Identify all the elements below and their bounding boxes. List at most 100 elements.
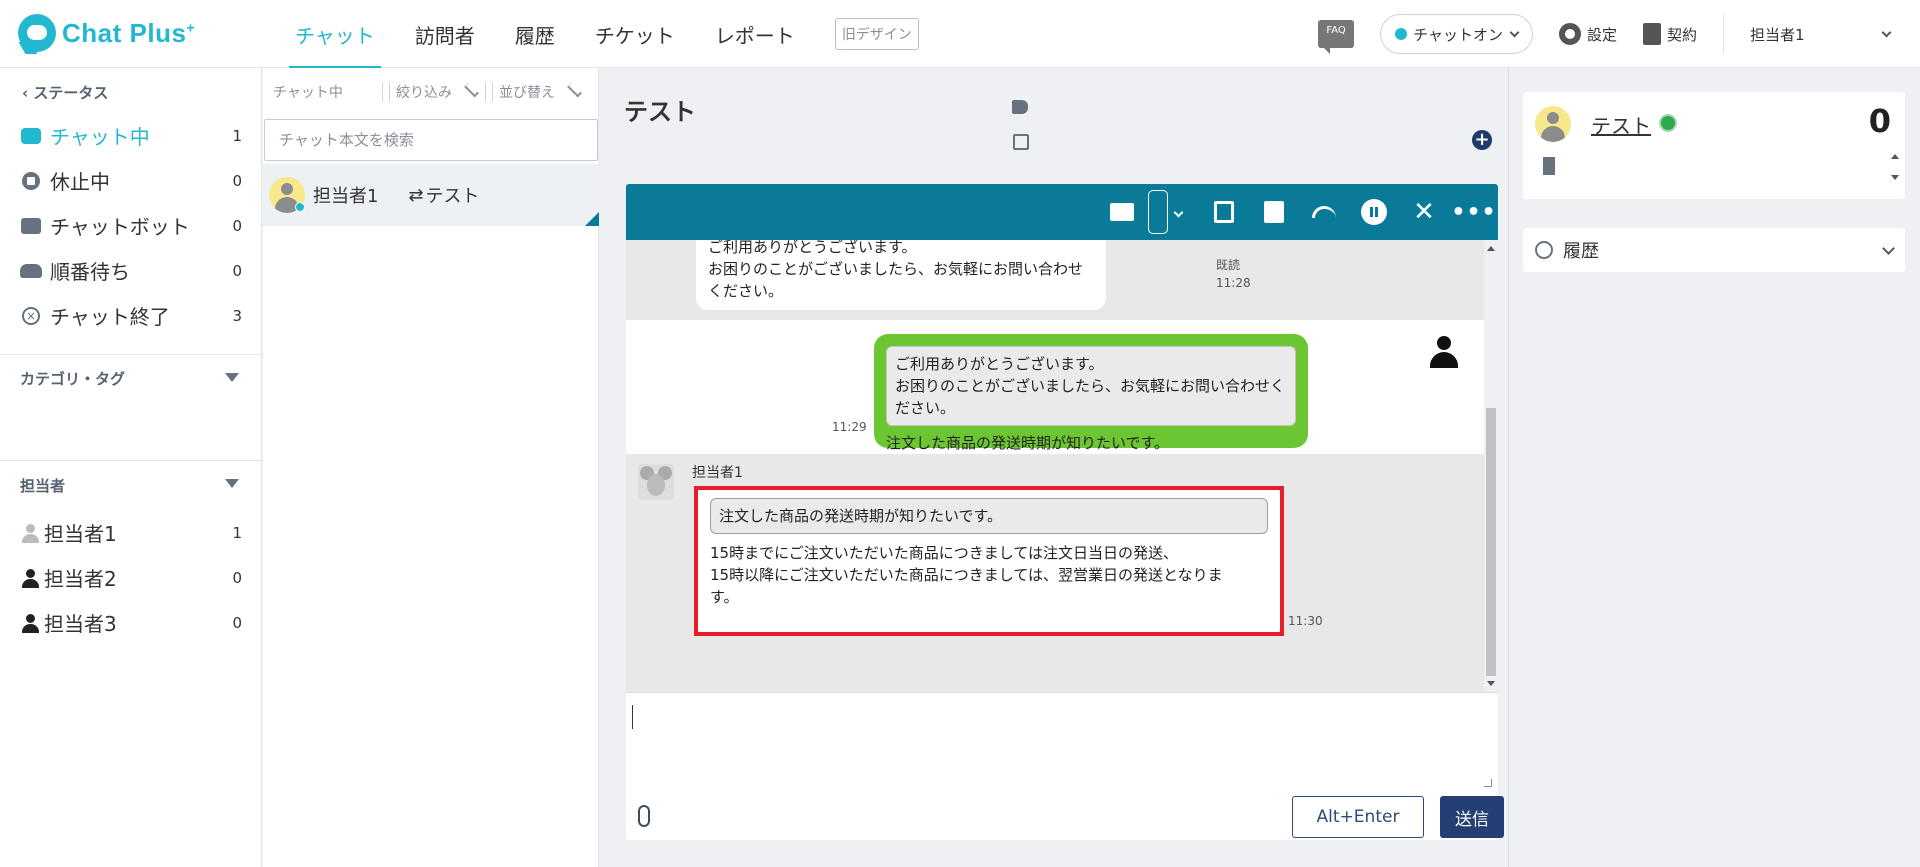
section-divider: [0, 460, 262, 461]
status-count: 0: [232, 171, 242, 190]
person-icon: [20, 567, 40, 589]
quoted-message: ご利用ありがとうございます。 お困りのことがございましたら、お気軽にお問い合わせ…: [886, 346, 1296, 426]
status-item-chatting[interactable]: チャット中 1: [0, 113, 262, 158]
faq-icon[interactable]: FAQ: [1318, 20, 1355, 54]
tag-icon[interactable]: [1012, 100, 1028, 114]
chatplus-logo[interactable]: Chat Plus+: [18, 14, 195, 52]
add-icon[interactable]: +: [1472, 130, 1492, 150]
nav-visitors[interactable]: 訪問者: [395, 0, 495, 68]
user-menu[interactable]: 担当者1: [1750, 24, 1920, 45]
agent-item[interactable]: 担当者3 0: [0, 600, 262, 645]
settings-link[interactable]: 設定: [1558, 23, 1617, 45]
nav-chat[interactable]: チャット: [275, 0, 395, 68]
chat-search-input[interactable]: [264, 119, 598, 161]
end-chat-button[interactable]: ✕: [1402, 184, 1446, 240]
status-count: 0: [232, 216, 242, 235]
chat-title: テスト: [624, 98, 696, 126]
agent-item[interactable]: 担当者2 0: [0, 555, 262, 600]
close-icon: ✕: [1413, 197, 1435, 227]
section-divider: [0, 354, 262, 355]
alt-enter-button[interactable]: Alt+Enter: [1292, 796, 1424, 838]
pause-circle-icon: [20, 170, 42, 192]
status-item-queue[interactable]: 順番待ち 0: [0, 248, 262, 293]
memo-button[interactable]: [1252, 184, 1296, 240]
agent-count: 1: [232, 523, 242, 542]
status-item-ended[interactable]: × チャット終了 3: [0, 293, 262, 338]
status-list: チャット中 1 休止中 0 チャットボット 0 順番待ち 0 × チャット終了 …: [0, 113, 262, 338]
scroll-up-icon[interactable]: [1487, 246, 1495, 251]
document-icon: [1642, 23, 1661, 45]
filter-dropdown[interactable]: 絞り込み: [382, 82, 485, 102]
logo-text: Chat Plus: [62, 17, 187, 48]
pause-icon: [1361, 199, 1387, 225]
chevron-down-icon: [1881, 27, 1892, 37]
scroll-down-icon[interactable]: [1487, 681, 1495, 686]
corner-marker-icon: [585, 212, 599, 226]
user-name: 担当者1: [1750, 25, 1805, 44]
history-icon: [1535, 241, 1553, 259]
agent-label: 担当者3: [44, 612, 117, 636]
status-label: チャット終了: [50, 305, 170, 329]
status-dot-icon: [1395, 28, 1408, 40]
step-up-icon[interactable]: [1891, 154, 1899, 159]
status-item-chatbot[interactable]: チャットボット 0: [0, 203, 262, 248]
count-stepper[interactable]: [1889, 152, 1901, 182]
message-agent-name: 担当者1: [692, 465, 743, 481]
agent-count: 0: [232, 613, 242, 632]
add-note-button[interactable]: [1202, 184, 1246, 240]
message-input[interactable]: [626, 693, 1486, 783]
visitor-name-link[interactable]: テスト: [1591, 110, 1651, 139]
nav-reports[interactable]: レポート: [695, 0, 815, 68]
status-count: 3: [232, 306, 242, 325]
history-label: 履歴: [1563, 241, 1599, 262]
queue-icon: [20, 260, 42, 282]
filter-icon[interactable]: [225, 373, 239, 382]
agent-item[interactable]: 担当者1 1: [0, 510, 262, 555]
step-down-icon[interactable]: [1891, 175, 1899, 180]
chat-status-toggle[interactable]: チャットオン: [1380, 14, 1533, 54]
history-accordion[interactable]: 履歴: [1523, 228, 1905, 272]
status-label: 順番待ち: [50, 260, 130, 284]
message-line: ご利用ありがとうございます。: [708, 240, 917, 256]
nav-history[interactable]: 履歴: [495, 0, 575, 68]
template-select[interactable]: [1146, 184, 1170, 240]
back-to-status[interactable]: ‹ ステータス: [22, 82, 108, 103]
filter-icon[interactable]: [225, 479, 239, 488]
resize-handle-icon[interactable]: [1484, 779, 1492, 787]
chat-list-item[interactable]: 担当者1 ⇄ テスト: [263, 164, 599, 226]
message-list[interactable]: ご利用ありがとうございます。 お困りのことがございましたら、お気軽にお問い合わせ…: [626, 240, 1498, 692]
transfer-button[interactable]: [1302, 184, 1346, 240]
chat-item-agent: 担当者1: [313, 186, 379, 207]
old-design-button[interactable]: 旧デザイン: [834, 18, 919, 50]
note-icon[interactable]: [1013, 134, 1029, 150]
paperclip-icon[interactable]: [638, 805, 650, 827]
quote-line: ご利用ありがとうございます。: [895, 355, 1104, 373]
message-meta: 既読 11:28: [1216, 256, 1251, 292]
person-icon: [20, 612, 40, 634]
send-button[interactable]: 送信: [1440, 796, 1504, 838]
agent-avatar: [1426, 332, 1462, 368]
message-block: 11:29 ご利用ありがとうございます。 お困りのことがございましたら、お気軽に…: [626, 320, 1486, 454]
read-label: 既読: [1216, 258, 1241, 272]
chevron-down-icon: [1882, 241, 1895, 255]
contract-link[interactable]: 契約: [1642, 23, 1697, 45]
more-button[interactable]: •••: [1451, 184, 1496, 240]
scrollbar-thumb[interactable]: [1486, 408, 1496, 676]
message-line: す。: [710, 588, 739, 606]
pause-button[interactable]: [1352, 184, 1396, 240]
add-note-icon: [1214, 201, 1234, 223]
chevron-down-icon: [567, 82, 582, 98]
chat-list-header: チャット中 絞り込み 並び替え: [263, 68, 598, 116]
status-item-paused[interactable]: 休止中 0: [0, 158, 262, 203]
nav-tickets[interactable]: チケット: [575, 0, 695, 68]
sort-dropdown[interactable]: 並び替え: [485, 82, 588, 102]
folder-button[interactable]: [1100, 184, 1144, 240]
avatar: [1535, 106, 1571, 142]
chevron-down-icon: [1509, 27, 1520, 37]
main-nav: チャット 訪問者 履歴 チケット レポート 旧デザイン: [275, 0, 919, 68]
template-dropdown[interactable]: [1170, 184, 1186, 240]
agent-list: 担当者1 1 担当者2 0 担当者3 0: [0, 510, 262, 645]
message-scrollbar[interactable]: [1484, 240, 1498, 692]
message-time: 11:30: [1288, 614, 1323, 628]
quoted-message: 注文した商品の発送時期が知りたいです。: [710, 498, 1268, 534]
